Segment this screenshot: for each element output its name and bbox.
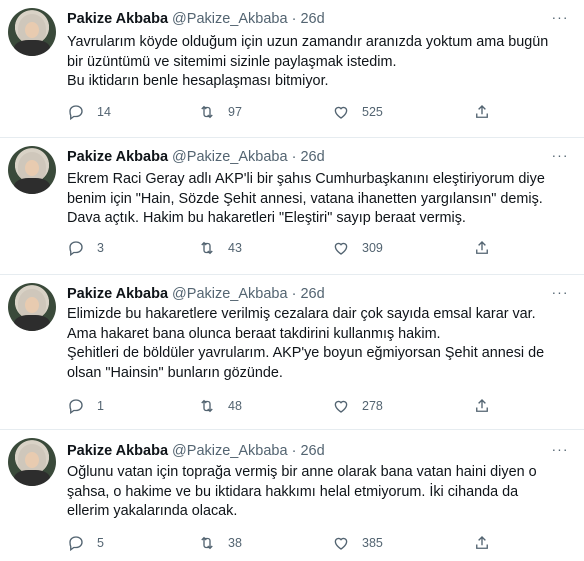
reply-count: 3 — [97, 241, 104, 255]
tweet-text-line: Elimizde bu hakaretlere verilmiş cezalar… — [67, 306, 536, 322]
tweet-text-line: Oğlunu vatan için toprağa vermiş bir ann… — [67, 464, 537, 480]
avatar[interactable] — [8, 283, 56, 331]
retweet-count: 38 — [228, 536, 242, 550]
more-options-icon[interactable]: ··· — [550, 442, 570, 462]
tweet-text: Yavrularım köyde olduğum için uzun zaman… — [67, 33, 567, 92]
like-count: 525 — [362, 105, 383, 119]
like-count: 385 — [362, 536, 383, 550]
reply-button[interactable]: 5 — [67, 534, 104, 552]
retweet-count: 43 — [228, 241, 242, 255]
tweet-text: Oğlunu vatan için toprağa vermiş bir ann… — [67, 463, 567, 522]
author-handle[interactable]: @Pakize_Akbaba — [172, 11, 287, 27]
tweet[interactable]: Pakize Akbaba @Pakize_Akbaba · 26d ··· O… — [0, 430, 584, 561]
tweet-text-line: ellerim yakalarında olacak. — [67, 503, 238, 519]
tweet-text-line: Yavrularım köyde olduğum için uzun zaman… — [67, 34, 549, 50]
reply-count: 1 — [97, 399, 104, 413]
retweet-icon — [201, 536, 213, 550]
share-icon — [476, 399, 488, 412]
tweet-actions: 1 48 278 — [67, 397, 497, 417]
retweet-button[interactable]: 48 — [198, 397, 242, 415]
retweet-icon — [201, 399, 213, 413]
timestamp[interactable]: 26d — [300, 443, 324, 459]
retweet-count: 48 — [228, 399, 242, 413]
tweet-text-line: şahsa, o hakime ve bu iktidara hakkımı h… — [67, 483, 519, 500]
separator-dot: · — [291, 11, 297, 27]
tweet-header: Pakize Akbaba @Pakize_Akbaba · 26d — [67, 10, 325, 28]
reply-icon — [69, 399, 83, 415]
tweet-actions: 5 38 385 — [67, 534, 497, 554]
reply-icon — [69, 536, 83, 552]
tweet[interactable]: Pakize Akbaba @Pakize_Akbaba · 26d ··· E… — [0, 275, 584, 430]
reply-count: 14 — [97, 105, 111, 119]
retweet-count: 97 — [228, 105, 242, 119]
avatar[interactable] — [8, 8, 56, 56]
like-button[interactable]: 309 — [332, 239, 383, 257]
like-count: 309 — [362, 241, 383, 255]
author-handle[interactable]: @Pakize_Akbaba — [172, 443, 287, 459]
author-name[interactable]: Pakize Akbaba — [67, 11, 168, 27]
author-name[interactable]: Pakize Akbaba — [67, 286, 168, 302]
retweet-button[interactable]: 38 — [198, 534, 242, 552]
retweet-icon — [201, 105, 213, 119]
share-icon — [476, 536, 488, 549]
timestamp[interactable]: 26d — [300, 286, 324, 302]
more-options-icon[interactable]: ··· — [550, 10, 570, 30]
more-options-icon[interactable]: ··· — [550, 285, 570, 305]
reply-icon — [69, 105, 83, 121]
share-button[interactable] — [473, 397, 503, 415]
tweet-text: Elimizde bu hakaretlere verilmiş cezalar… — [67, 305, 567, 383]
heart-icon — [334, 242, 348, 255]
more-options-icon[interactable]: ··· — [550, 148, 570, 168]
heart-icon — [334, 537, 348, 550]
tweet-text-line: benim için "Hain, Sözde Şehit annesi, va… — [67, 190, 543, 207]
reply-button[interactable]: 3 — [67, 239, 104, 257]
tweet-actions: 14 97 525 — [67, 103, 497, 123]
tweet-actions: 3 43 309 — [67, 239, 497, 259]
share-icon — [476, 241, 488, 254]
reply-button[interactable]: 1 — [67, 397, 104, 415]
tweet-header: Pakize Akbaba @Pakize_Akbaba · 26d — [67, 148, 325, 166]
reply-count: 5 — [97, 536, 104, 550]
timestamp[interactable]: 26d — [300, 149, 324, 165]
share-button[interactable] — [473, 103, 503, 121]
tweet-text-line: Ekrem Raci Geray adlı AKP'li bir şahıs C… — [67, 171, 545, 187]
tweet-text-line: Dava açtık. Hakim bu hakaretleri "Eleşti… — [67, 210, 466, 226]
share-button[interactable] — [473, 239, 503, 257]
author-handle[interactable]: @Pakize_Akbaba — [172, 149, 287, 165]
like-button[interactable]: 525 — [332, 103, 383, 121]
like-count: 278 — [362, 399, 383, 413]
heart-icon — [334, 106, 348, 119]
separator-dot: · — [291, 286, 297, 302]
tweet[interactable]: Pakize Akbaba @Pakize_Akbaba · 26d ··· E… — [0, 138, 584, 275]
share-icon — [476, 105, 488, 118]
like-button[interactable]: 385 — [332, 534, 383, 552]
separator-dot: · — [291, 149, 297, 165]
tweet-header: Pakize Akbaba @Pakize_Akbaba · 26d — [67, 285, 325, 303]
separator-dot: · — [291, 443, 297, 459]
author-name[interactable]: Pakize Akbaba — [67, 149, 168, 165]
heart-icon — [334, 400, 348, 413]
author-handle[interactable]: @Pakize_Akbaba — [172, 286, 287, 302]
tweet-header: Pakize Akbaba @Pakize_Akbaba · 26d — [67, 442, 325, 460]
tweet[interactable]: Pakize Akbaba @Pakize_Akbaba · 26d ··· Y… — [0, 0, 584, 138]
author-name[interactable]: Pakize Akbaba — [67, 443, 168, 459]
retweet-button[interactable]: 97 — [198, 103, 242, 121]
timestamp[interactable]: 26d — [300, 11, 324, 27]
tweet-text: Ekrem Raci Geray adlı AKP'li bir şahıs C… — [67, 170, 567, 229]
tweet-text-line: bir üzüntümü ve sitemimi sizinle paylaşm… — [67, 53, 397, 70]
retweet-button[interactable]: 43 — [198, 239, 242, 257]
like-button[interactable]: 278 — [332, 397, 383, 415]
reply-button[interactable]: 14 — [67, 103, 111, 121]
tweet-text-line: Ama hakaret bana olunca beraat takdirini… — [67, 325, 441, 342]
tweet-text-line: olsan "Hainsin" bunların gözünde. — [67, 364, 283, 381]
reply-icon — [69, 241, 83, 257]
avatar[interactable] — [8, 146, 56, 194]
retweet-icon — [201, 241, 213, 255]
avatar[interactable] — [8, 438, 56, 486]
share-button[interactable] — [473, 534, 503, 552]
tweet-text-line: Bu iktidarın benle hesaplaşması bitmiyor… — [67, 73, 329, 89]
tweet-text-line: Şehitleri de böldüler yavrularım. AKP'ye… — [67, 345, 545, 361]
tweet-feed: Pakize Akbaba @Pakize_Akbaba · 26d ··· Y… — [0, 0, 584, 561]
